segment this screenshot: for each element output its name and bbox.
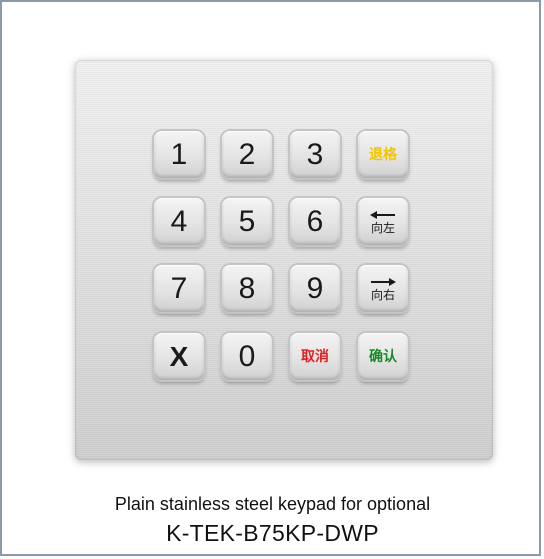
- key-3-label: 3: [306, 137, 324, 171]
- key-4-label: 4: [170, 204, 188, 238]
- key-3[interactable]: 3: [290, 131, 340, 178]
- key-9[interactable]: 9: [290, 265, 340, 312]
- caption-model: K-TEK-B75KP-DWP: [166, 520, 379, 546]
- key-5-label: 5: [238, 204, 256, 238]
- confirm-key-label: 确认: [369, 348, 397, 365]
- key-7-label: 7: [170, 271, 188, 305]
- key-1-label: 1: [170, 137, 188, 171]
- left-key-label: 向左: [370, 220, 395, 235]
- backspace-key-label: 退格: [369, 146, 397, 163]
- right-key-label: 向右: [370, 287, 395, 302]
- key-0-label: 0: [238, 339, 256, 373]
- cancel-key-label: 取消: [301, 348, 329, 365]
- x-key[interactable]: X: [154, 333, 204, 380]
- image-frame: 1 2 3 退格 4 5 6 向左 7 8 9 向右 X 0 取消 确认 Pla…: [0, 0, 541, 556]
- key-2[interactable]: 2: [222, 131, 272, 178]
- key-9-label: 9: [306, 271, 324, 305]
- key-8-label: 8: [238, 271, 256, 305]
- key-2-label: 2: [238, 137, 256, 171]
- right-arrow-icon: [371, 277, 396, 286]
- backspace-key[interactable]: 退格: [358, 131, 408, 178]
- key-1[interactable]: 1: [154, 131, 204, 178]
- cancel-key[interactable]: 取消: [290, 333, 340, 380]
- left-arrow-icon: [370, 210, 395, 219]
- key-8[interactable]: 8: [222, 265, 272, 312]
- confirm-key[interactable]: 确认: [358, 333, 408, 380]
- x-key-label: X: [169, 340, 189, 372]
- key-6-label: 6: [306, 204, 324, 238]
- key-4[interactable]: 4: [154, 198, 204, 245]
- key-7[interactable]: 7: [154, 265, 204, 312]
- key-6[interactable]: 6: [290, 198, 340, 245]
- right-key[interactable]: 向右: [358, 265, 408, 312]
- key-5[interactable]: 5: [222, 198, 272, 245]
- left-key[interactable]: 向左: [358, 198, 408, 245]
- caption-description: Plain stainless steel keypad for optiona…: [114, 494, 431, 514]
- key-0[interactable]: 0: [222, 333, 272, 380]
- keypad-panel: 1 2 3 退格 4 5 6 向左 7 8 9 向右 X 0 取消 确认: [75, 60, 493, 460]
